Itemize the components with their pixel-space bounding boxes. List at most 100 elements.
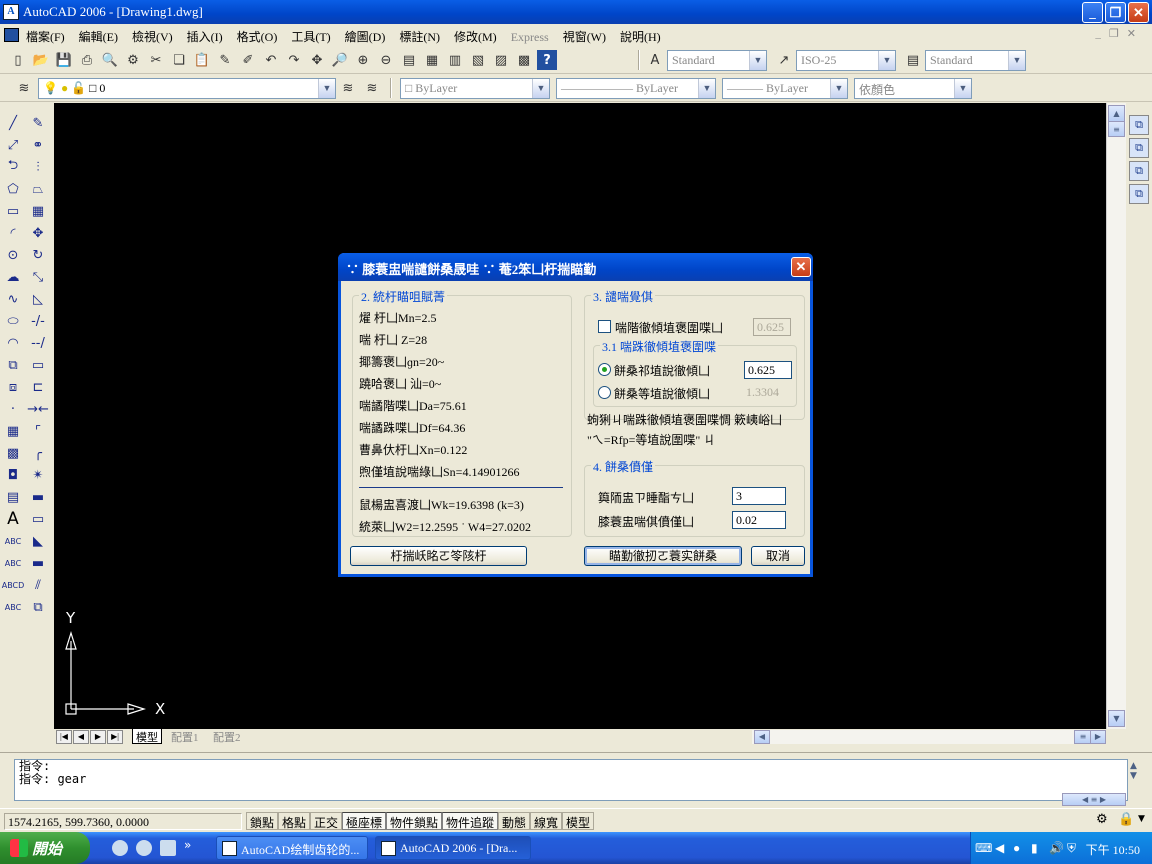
rectangle-icon[interactable]: ▭ [2,200,24,222]
dim-aligned-icon[interactable]: ABC [2,552,24,574]
volume-icon[interactable]: 🔊 [1049,841,1064,856]
block-editor-icon[interactable]: ✐ [238,50,258,70]
insert-block-icon[interactable]: ⧉ [2,354,24,376]
tab-layout2[interactable]: 配置2 [210,729,244,744]
layer-select[interactable]: 💡 ● 🔓 □ 0 ▼ [38,78,336,99]
start-button[interactable]: 開始 [0,832,90,864]
tray-expand-icon[interactable]: ◀ [995,841,1004,856]
menu-help[interactable]: 說明(H) [620,30,661,44]
stretch-icon[interactable]: ◺ [27,288,49,310]
trim-icon[interactable]: -/- [27,310,49,332]
cut-icon[interactable]: ✂ [146,50,166,70]
fillet-icon[interactable]: ╭ [27,442,49,464]
copy-object-icon[interactable]: ⚭ [27,134,49,156]
command-scroll[interactable]: ▲ ▼ [1130,761,1144,791]
new-icon[interactable]: ▯ [8,50,28,70]
dialog-close-button[interactable]: ✕ [791,257,811,277]
keyboard-icon[interactable]: ⌨ [975,841,992,856]
tool-palettes-icon[interactable]: ▥ [445,50,465,70]
dim-tool-icon[interactable]: ▭ [27,508,49,530]
menu-window[interactable]: 視窗(W) [563,30,606,44]
arc-icon[interactable]: ◜ [2,222,24,244]
properties-icon[interactable]: ▤ [399,50,419,70]
layer-previous-icon[interactable]: ≋ [362,78,382,98]
calculator-icon[interactable]: ▩ [514,50,534,70]
send-under-icon[interactable]: ⧉ [1129,184,1149,204]
color-select[interactable]: □ ByLayer ▼ [400,78,550,99]
copy-icon[interactable]: ❏ [169,50,189,70]
menu-tools[interactable]: 工具(T) [291,30,330,44]
ok-draw-button[interactable]: 瞄勤徹扨ㄛ蓑实餅桑 [584,546,742,566]
erase-icon[interactable]: ✎ [27,112,49,134]
dim-continue-icon[interactable]: ▬ [27,552,49,574]
mdi-controls[interactable]: _❐✕ [1095,27,1144,40]
recalculate-button[interactable]: 杅揣岆眳ㄛ笭陔杅 [350,546,527,566]
scroll-right-button[interactable]: ▶ [1090,730,1106,744]
restore-button[interactable]: ❐ [1105,2,1126,23]
polar-toggle[interactable]: 極座標 [342,812,387,830]
cancel-button[interactable]: 取消 [751,546,805,566]
document-icon[interactable] [4,28,19,42]
bring-above-icon[interactable]: ⧉ [1129,161,1149,181]
construction-line-icon[interactable]: ⤢ [2,134,24,156]
plotstyle-select[interactable]: 依顏色 ▼ [854,78,972,99]
command-history[interactable]: 指令: 指令: gear [14,759,1128,801]
circle-icon[interactable]: ⊙ [2,244,24,266]
grid-toggle[interactable]: 格點 [278,812,311,830]
scroll-left-button[interactable]: ◀ [754,730,770,744]
point-icon[interactable]: · [2,398,24,420]
linetype-select[interactable]: —————— ByLayer ▼ [556,78,716,99]
task-autocad-app[interactable]: AutoCAD 2006 - [Dra... [375,836,531,860]
menu-edit[interactable]: 編輯(E) [79,30,118,44]
lwt-toggle[interactable]: 線寬 [530,812,563,830]
chamfer-icon[interactable]: ⌜ [27,420,49,442]
prev-tab-button[interactable]: ◀ [73,730,89,744]
model-toggle[interactable]: 模型 [562,812,595,830]
region-icon[interactable]: ◘ [2,464,24,486]
move-icon[interactable]: ✥ [27,222,49,244]
mtext-icon[interactable]: A [2,508,24,530]
radio-option-1[interactable] [598,363,611,376]
ellipse-icon[interactable]: ⬭ [2,310,24,332]
menu-view[interactable]: 檢視(V) [132,30,173,44]
menu-dimension[interactable]: 標註(N) [399,30,440,44]
array-icon[interactable]: ▦ [27,200,49,222]
design-center-icon[interactable]: ▦ [422,50,442,70]
zoom-window-icon[interactable]: ⊕ [353,50,373,70]
zoom-realtime-icon[interactable]: 🔎 [330,50,350,70]
break-at-point-icon[interactable]: ▭ [27,354,49,376]
precision-input-1[interactable]: 3 [732,487,786,505]
undo-icon[interactable]: ↶ [261,50,281,70]
quicklaunch-more-icon[interactable]: » [184,838,191,852]
root-fillet-input[interactable]: 0.625 [744,361,792,379]
tip-fillet-checkbox[interactable] [598,320,611,333]
help-icon[interactable]: ? [537,50,557,70]
mirror-icon[interactable]: ⫶ [27,156,49,178]
markup-icon[interactable]: ▨ [491,50,511,70]
menu-modify[interactable]: 修改(M) [454,30,497,44]
snap-toggle[interactable]: 鎖點 [246,812,279,830]
polyline-icon[interactable]: ⮌ [2,156,24,178]
redo-icon[interactable]: ↷ [284,50,304,70]
scale-icon[interactable]: ⤡ [27,266,49,288]
print-icon[interactable]: ⎙ [77,50,97,70]
shield-icon[interactable]: ⛨ [1067,841,1076,856]
tip-fillet-input[interactable]: 0.625 [753,318,791,336]
zoom-previous-icon[interactable]: ⊖ [376,50,396,70]
first-tab-button[interactable]: |◀ [56,730,72,744]
command-hscroll[interactable]: ◀ ≡ ▶ [1062,793,1126,806]
dim-style-select[interactable]: ISO-25 ▼ [796,50,896,71]
comm-center-icon[interactable]: ⚙ [1096,812,1108,827]
matchprop-icon[interactable]: ✎ [215,50,235,70]
send-to-back-icon[interactable]: ⧉ [1129,138,1149,158]
scroll-up-button[interactable]: ▲ [1108,105,1125,122]
vertical-scrollbar[interactable]: ▲ ≡ ▼ [1106,103,1126,729]
menu-file[interactable]: 檔案(F) [26,30,65,44]
hatch-icon[interactable]: ▦ [2,420,24,442]
preview-icon[interactable]: 🔍 [100,50,120,70]
status-menu-icon[interactable]: ▼ [1138,814,1145,824]
otrack-toggle[interactable]: 物件追蹤 [442,812,499,830]
table-style-select[interactable]: Standard ▼ [925,50,1026,71]
scroll-thumb[interactable]: ≡ [1108,121,1125,137]
extend-icon[interactable]: --/ [27,332,49,354]
